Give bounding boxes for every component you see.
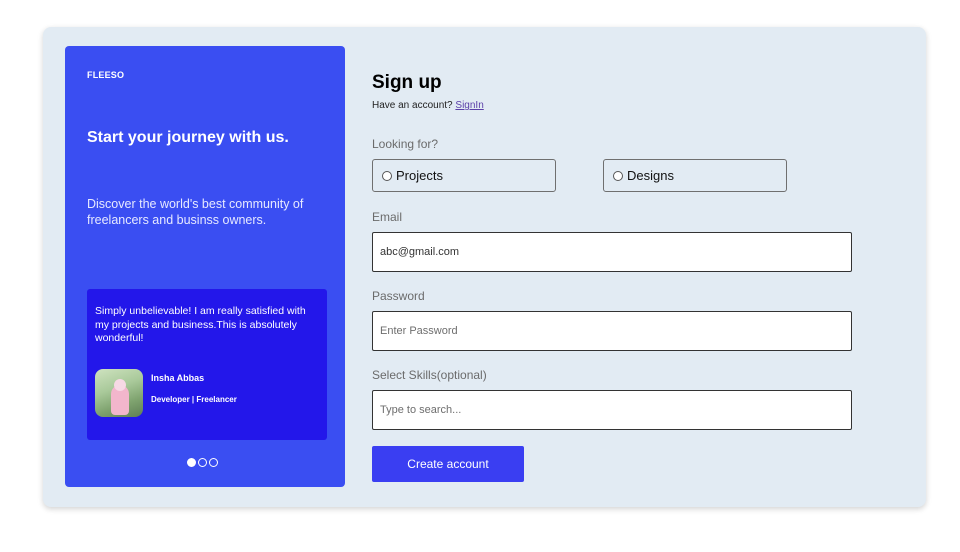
- testimonial-card: Simply unbelievable! I am really satisfi…: [87, 289, 327, 440]
- password-label: Password: [372, 289, 425, 303]
- signin-link[interactable]: SignIn: [455, 100, 483, 111]
- promo-panel: FLEESO Start your journey with us. Disco…: [65, 46, 345, 487]
- carousel-dot-3[interactable]: [209, 458, 218, 467]
- brand-logo: FLEESO: [87, 70, 125, 80]
- testimonial-quote: Simply unbelievable! I am really satisfi…: [95, 305, 306, 344]
- carousel-dot-1[interactable]: [187, 458, 196, 467]
- testimonial-role: Developer | Freelancer: [151, 395, 237, 404]
- option-projects-label: Projects: [396, 168, 443, 183]
- option-projects[interactable]: Projects: [372, 159, 556, 192]
- option-designs[interactable]: Designs: [603, 159, 787, 192]
- promo-headline: Start your journey with us.: [87, 129, 289, 146]
- create-account-button[interactable]: Create account: [372, 446, 524, 482]
- radio-projects[interactable]: [382, 170, 392, 181]
- have-account-label: Have an account?: [372, 100, 453, 111]
- avatar: [95, 369, 143, 417]
- option-designs-label: Designs: [627, 168, 674, 183]
- have-account-text: Have an account? SignIn: [372, 100, 484, 111]
- testimonial-author: Insha Abbas: [151, 373, 205, 383]
- page-title: Sign up: [372, 72, 442, 93]
- skills-label: Select Skills(optional): [372, 368, 487, 382]
- looking-for-label: Looking for?: [372, 137, 439, 151]
- email-label: Email: [372, 210, 403, 224]
- password-field[interactable]: [372, 311, 852, 351]
- skills-search-input[interactable]: [372, 390, 852, 430]
- promo-subtext: Discover the world's best community of f…: [87, 197, 304, 227]
- carousel-dots: [187, 458, 218, 467]
- carousel-dot-2[interactable]: [198, 458, 207, 467]
- radio-designs[interactable]: [613, 170, 623, 181]
- email-field[interactable]: [372, 232, 852, 272]
